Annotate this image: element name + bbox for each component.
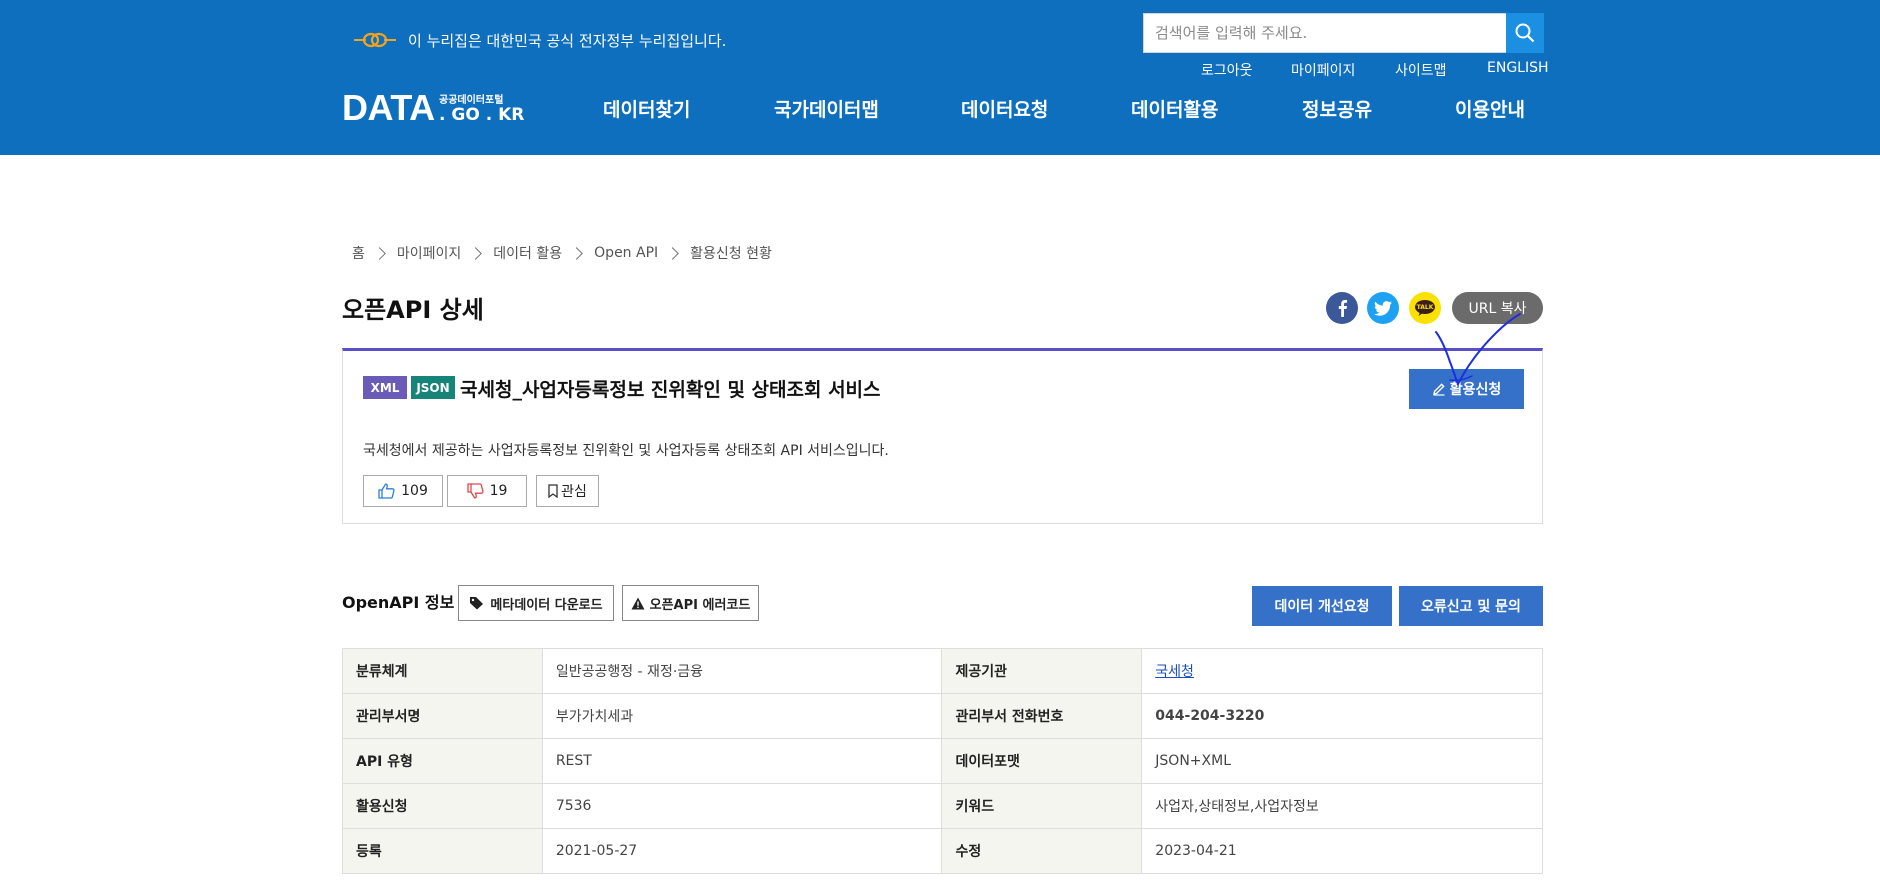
data-improvement-request-button[interactable]: 데이터 개선요청 [1252, 586, 1392, 626]
json-format-tag: JSON [411, 376, 455, 399]
search-input[interactable] [1144, 14, 1508, 52]
nav-guide[interactable]: 이용안내 [1455, 95, 1525, 122]
like-count: 109 [401, 483, 428, 499]
url-copy-button[interactable]: URL 복사 [1452, 292, 1543, 324]
gov-notice-text: 이 누리집은 대한민국 공식 전자정부 누리집입니다. [408, 31, 727, 50]
page-title: 오픈API 상세 [342, 296, 484, 324]
kakaotalk-share-button[interactable]: TALK [1409, 292, 1441, 324]
chevron-right-icon [373, 246, 386, 260]
table-header-cell: API 유형 [342, 738, 543, 784]
logo-subtitle: 공공데이터포털 [439, 95, 504, 106]
bookmark-label: 관심 [561, 484, 587, 500]
chevron-right-icon [666, 246, 680, 260]
bookmark-button[interactable]: 관심 [536, 475, 599, 507]
table-value-cell: 부가가치세과 [541, 693, 943, 739]
breadcrumb-home[interactable]: 홈 [352, 243, 365, 263]
like-button[interactable]: 109 [363, 475, 443, 507]
table-value-cell: 2021-05-27 [541, 828, 943, 874]
nav-data-use[interactable]: 데이터활용 [1131, 95, 1218, 122]
dislike-button[interactable]: 19 [447, 475, 527, 507]
pencil-icon [1432, 383, 1445, 396]
logout-link[interactable]: 로그아웃 [1201, 60, 1253, 80]
warning-icon [631, 597, 645, 609]
chevron-right-icon [469, 246, 483, 260]
thumbs-down-icon [466, 483, 484, 499]
gov-notice: 이 누리집은 대한민국 공식 전자정부 누리집입니다. [352, 28, 726, 52]
apply-button-label: 활용신청 [1449, 382, 1502, 398]
nav-data-request[interactable]: 데이터요청 [961, 95, 1048, 122]
nav-find-data[interactable]: 데이터찾기 [603, 95, 690, 122]
twitter-share-button[interactable] [1367, 292, 1399, 324]
table-row: 분류체계 일반공공행정 - 재정·금융 제공기관 국세청 [342, 648, 1543, 694]
table-header-cell: 키워드 [941, 783, 1143, 829]
table-header-cell: 제공기관 [941, 648, 1143, 694]
gov-emblem-icon [354, 32, 396, 48]
openapi-info-table: 분류체계 일반공공행정 - 재정·금융 제공기관 국세청 관리부서명 부가가치세… [342, 648, 1543, 874]
provider-link[interactable]: 국세청 [1155, 664, 1194, 680]
table-value-cell: 일반공공행정 - 재정·금융 [541, 648, 943, 694]
logo-domain: . GO . KR [439, 105, 525, 125]
table-header-cell: 활용신청 [342, 783, 543, 829]
table-row: 활용신청 7536 키워드 사업자,상태정보,사업자정보 [342, 783, 1543, 829]
table-row: API 유형 REST 데이터포맷 JSON+XML [342, 738, 1543, 784]
search-button[interactable] [1506, 13, 1544, 53]
kakao-label: TALK [1416, 304, 1434, 311]
nav-national-data-map[interactable]: 국가데이터맵 [774, 95, 879, 122]
table-value-cell: 7536 [541, 783, 943, 829]
table-value-cell: 2023-04-21 [1141, 828, 1543, 874]
facebook-icon [1338, 300, 1348, 317]
bookmark-icon [548, 484, 558, 498]
table-row: 관리부서명 부가가치세과 관리부서 전화번호 044-204-3220 [342, 693, 1543, 739]
breadcrumb-current: 활용신청 현황 [690, 246, 772, 262]
facebook-share-button[interactable] [1326, 292, 1358, 324]
apply-button[interactable]: 활용신청 [1409, 369, 1524, 409]
breadcrumb-open-api[interactable]: Open API [594, 245, 658, 261]
table-header-cell: 등록 [342, 828, 543, 874]
breadcrumb-data-use[interactable]: 데이터 활용 [493, 243, 562, 263]
table-header-cell: 분류체계 [342, 648, 543, 694]
table-header-cell: 관리부서 전화번호 [941, 693, 1143, 739]
openapi-info-title: OpenAPI 정보 [342, 593, 455, 612]
api-title: 국세청_사업자등록정보 진위확인 및 상태조회 서비스 [460, 379, 881, 401]
phone-number-cell: 044-204-3220 [1141, 693, 1543, 739]
logo-data-text: DATA [342, 87, 435, 128]
mypage-link[interactable]: 마이페이지 [1291, 60, 1355, 80]
table-header-cell: 데이터포맷 [941, 738, 1143, 784]
provider-cell: 국세청 [1141, 648, 1543, 694]
site-header: 이 누리집은 대한민국 공식 전자정부 누리집입니다. 로그아웃 마이페이지 사… [0, 0, 1880, 155]
xml-format-tag: XML [363, 376, 407, 399]
search-box [1143, 13, 1508, 53]
twitter-icon [1374, 300, 1392, 316]
chevron-right-icon [570, 246, 584, 260]
table-header-cell: 수정 [941, 828, 1143, 874]
sitemap-link[interactable]: 사이트맵 [1395, 60, 1447, 80]
error-report-inquiry-button[interactable]: 오류신고 및 문의 [1399, 586, 1543, 626]
table-value-cell: JSON+XML [1141, 738, 1543, 784]
tag-icon [470, 597, 484, 610]
breadcrumb: 홈 마이페이지 데이터 활용 Open API 활용신청 현황 [352, 243, 772, 263]
english-link[interactable]: ENGLISH [1487, 60, 1549, 76]
thumbs-up-icon [378, 483, 395, 499]
site-logo[interactable]: DATA 공공데이터포털 . GO . KR [342, 87, 524, 128]
nav-info-share[interactable]: 정보공유 [1302, 95, 1372, 122]
table-value-cell: 사업자,상태정보,사업자정보 [1141, 783, 1543, 829]
error-code-label: 오픈API 에러코드 [649, 597, 751, 613]
breadcrumb-mypage[interactable]: 마이페이지 [397, 243, 461, 263]
api-description: 국세청에서 제공하는 사업자등록정보 진위확인 및 사업자등록 상태조회 API… [363, 443, 889, 459]
table-value-cell: REST [541, 738, 943, 784]
dislike-count: 19 [489, 483, 508, 499]
error-code-button[interactable]: 오픈API 에러코드 [622, 585, 759, 621]
search-icon [1515, 23, 1535, 43]
metadata-download-button[interactable]: 메타데이터 다운로드 [458, 585, 614, 621]
utility-links: 로그아웃 마이페이지 사이트맵 ENGLISH [0, 60, 1880, 80]
table-header-cell: 관리부서명 [342, 693, 543, 739]
table-row: 등록 2021-05-27 수정 2023-04-21 [342, 828, 1543, 874]
metadata-download-label: 메타데이터 다운로드 [490, 597, 603, 613]
